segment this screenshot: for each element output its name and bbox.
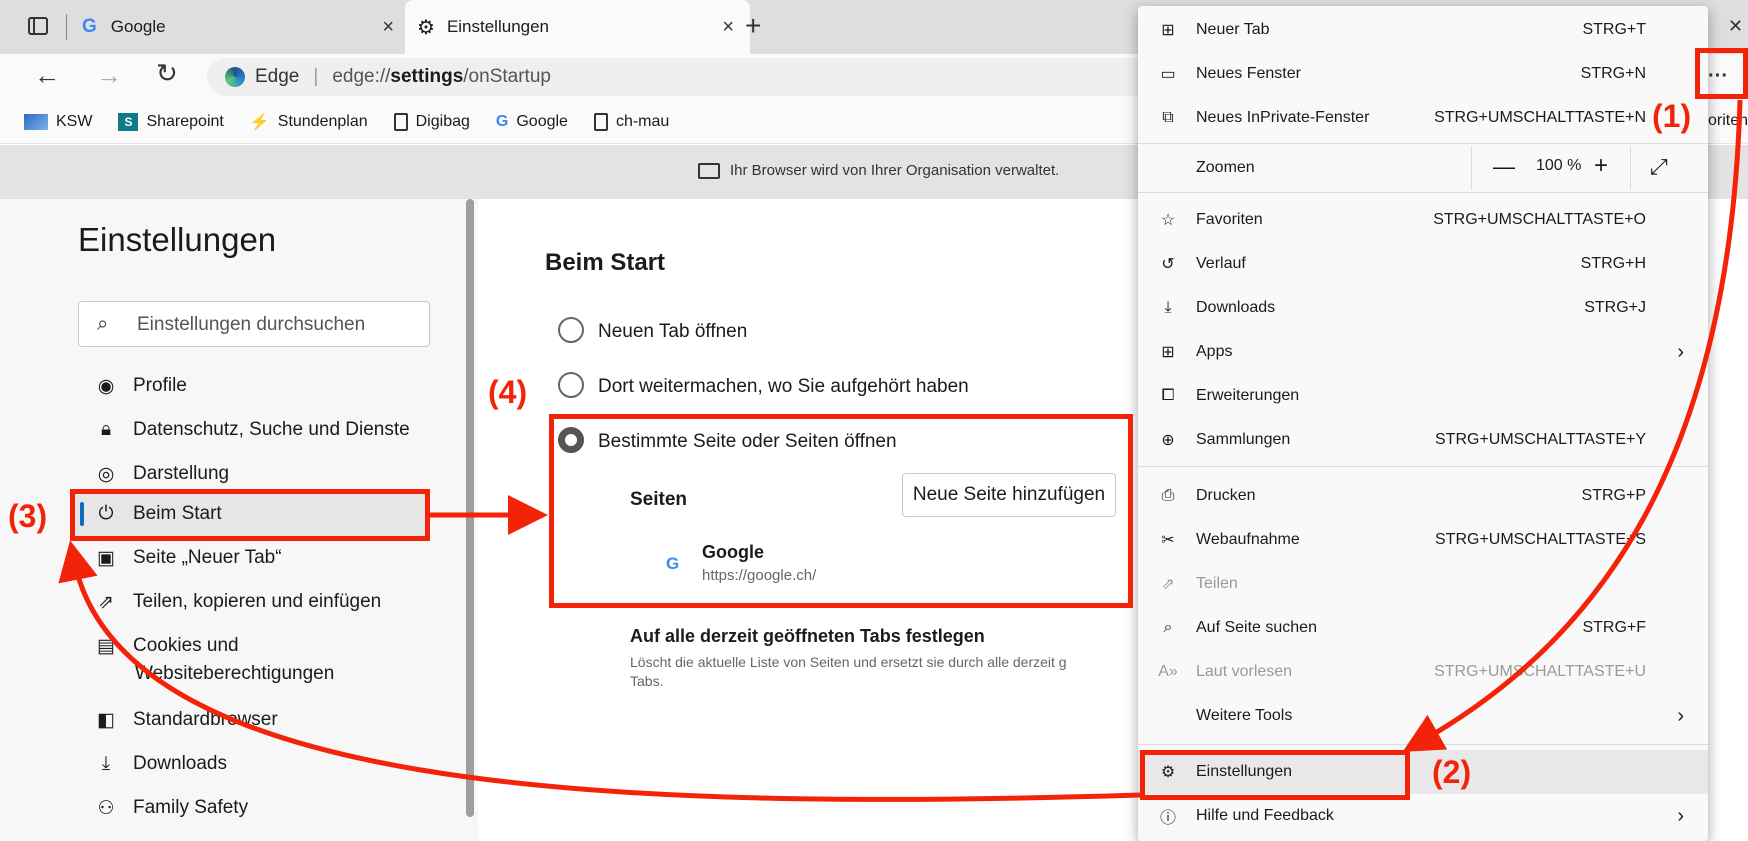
- annotation-arrows: [58, 99, 1743, 802]
- arrow-2-to-3: [58, 540, 1141, 802]
- arrow-1-to-2: [1402, 99, 1743, 752]
